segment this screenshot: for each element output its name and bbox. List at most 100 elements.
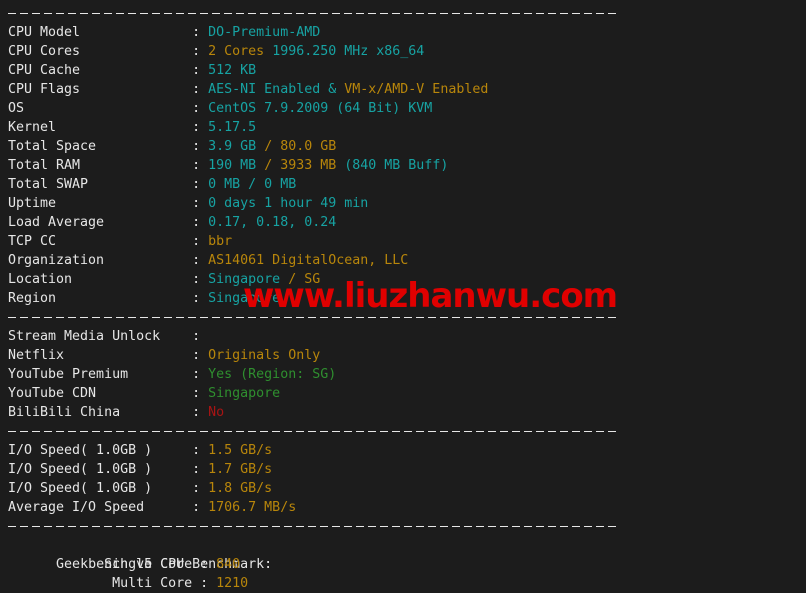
info-row-value: / 3933 MB bbox=[264, 158, 337, 173]
info-row-colon: : bbox=[192, 462, 209, 477]
separator-after-stream bbox=[8, 422, 806, 441]
info-row-colon: : bbox=[192, 82, 209, 97]
separator-top bbox=[8, 4, 806, 23]
info-row-value: Originals Only bbox=[208, 348, 321, 363]
geekbench-title: Geekbench v5 CPU Benchmark: bbox=[8, 536, 806, 572]
info-row-value: 5.17.5 bbox=[208, 120, 257, 135]
info-row-label: Average I/O Speed bbox=[8, 500, 193, 515]
info-row: Total SWAP : 0 MB / 0 MB bbox=[8, 175, 806, 194]
info-row-colon: : bbox=[192, 120, 209, 135]
info-row-value: 1.8 GB/s bbox=[208, 481, 273, 496]
info-row-value: DO-Premium-AMD bbox=[208, 25, 321, 40]
info-row: I/O Speed( 1.0GB ) : 1.5 GB/s bbox=[8, 441, 806, 460]
info-row: Uptime : 0 days 1 hour 49 min bbox=[8, 194, 806, 213]
terminal-output: CPU Model : DO-Premium-AMD CPU Cores : 2 … bbox=[0, 0, 806, 593]
info-row-value: Singapore bbox=[208, 291, 281, 306]
info-row-value: 1706.7 MB/s bbox=[208, 500, 297, 515]
info-row-label: YouTube CDN bbox=[8, 386, 193, 401]
info-row: Multi Core : 1210 bbox=[8, 574, 806, 593]
info-row-label: Stream Media Unlock bbox=[8, 329, 193, 344]
info-row-label: Total RAM bbox=[8, 158, 193, 173]
info-row-label: Location bbox=[8, 272, 193, 287]
info-row-value: 0 days 1 hour 49 min bbox=[208, 196, 369, 211]
info-row-colon: : bbox=[192, 386, 209, 401]
info-row-value: 3.9 GB bbox=[208, 139, 265, 154]
info-row: Location : Singapore / SG bbox=[8, 270, 806, 289]
info-row-colon: : bbox=[192, 443, 209, 458]
info-row-label: Kernel bbox=[8, 120, 193, 135]
info-row-value: AES-NI Enabled bbox=[208, 82, 321, 97]
terminal-window: CPU Model : DO-Premium-AMD CPU Cores : 2 … bbox=[0, 0, 806, 593]
io-speed-section: I/O Speed( 1.0GB ) : 1.5 GB/s I/O Speed( … bbox=[8, 441, 806, 517]
info-row-value: 1.7 GB/s bbox=[208, 462, 273, 477]
info-row: Total Space : 3.9 GB / 80.0 GB bbox=[8, 137, 806, 156]
info-row: Total RAM : 190 MB / 3933 MB (840 MB Buf… bbox=[8, 156, 806, 175]
info-row-label: Multi Core bbox=[8, 576, 201, 591]
info-row-colon: : bbox=[192, 272, 209, 287]
info-row-value: bbr bbox=[208, 234, 233, 249]
info-row-colon: : bbox=[200, 576, 217, 591]
info-row-colon: : bbox=[192, 177, 209, 192]
info-row-colon: : bbox=[200, 557, 217, 572]
info-row-colon: : bbox=[192, 63, 209, 78]
info-row-label: CPU Flags bbox=[8, 82, 193, 97]
info-row-value: 0 MB / 0 MB bbox=[208, 177, 297, 192]
info-row-label: Organization bbox=[8, 253, 193, 268]
info-row-value: CentOS 7.9.2009 (64 Bit) KVM bbox=[208, 101, 433, 116]
info-row: TCP CC : bbr bbox=[8, 232, 806, 251]
info-row-colon: : bbox=[192, 25, 209, 40]
stream-media-section: Stream Media Unlock : Netflix : Original… bbox=[8, 327, 806, 422]
info-row-colon: : bbox=[192, 481, 209, 496]
info-row: Single Core : 840 bbox=[8, 555, 806, 574]
info-row-colon: : bbox=[192, 253, 209, 268]
info-row: Average I/O Speed : 1706.7 MB/s bbox=[8, 498, 806, 517]
info-row-value: 1.5 GB/s bbox=[208, 443, 273, 458]
info-row-value: 1996.250 MHz x86_64 bbox=[264, 44, 425, 59]
info-row: Netflix : Originals Only bbox=[8, 346, 806, 365]
info-row-label: Uptime bbox=[8, 196, 193, 211]
info-row-value: 1210 bbox=[216, 576, 249, 591]
info-row-colon: : bbox=[192, 139, 209, 154]
info-row-label: Load Average bbox=[8, 215, 193, 230]
system-info-section: CPU Model : DO-Premium-AMD CPU Cores : 2 … bbox=[8, 23, 806, 308]
info-row-label: BiliBili China bbox=[8, 405, 193, 420]
info-row: CPU Cores : 2 Cores 1996.250 MHz x86_64 bbox=[8, 42, 806, 61]
info-row-label: Single Core bbox=[8, 557, 201, 572]
info-row-colon: : bbox=[192, 101, 209, 116]
info-row-label: YouTube Premium bbox=[8, 367, 193, 382]
info-row-value: 512 KB bbox=[208, 63, 257, 78]
info-row-colon: : bbox=[192, 196, 209, 211]
info-row: CPU Model : DO-Premium-AMD bbox=[8, 23, 806, 42]
info-row-colon: : bbox=[192, 348, 209, 363]
info-row-label: Total Space bbox=[8, 139, 193, 154]
info-row-value: 2 Cores bbox=[208, 44, 265, 59]
info-row-label: Total SWAP bbox=[8, 177, 193, 192]
info-row-colon: : bbox=[192, 44, 209, 59]
info-row-value: 840 bbox=[216, 557, 241, 572]
info-row: Region : Singapore bbox=[8, 289, 806, 308]
info-row: I/O Speed( 1.0GB ) : 1.8 GB/s bbox=[8, 479, 806, 498]
info-row: BiliBili China : No bbox=[8, 403, 806, 422]
info-row-label: I/O Speed( 1.0GB ) bbox=[8, 481, 193, 496]
info-row-colon: : bbox=[192, 500, 209, 515]
separator-after-io bbox=[8, 517, 806, 536]
info-row-label: CPU Cores bbox=[8, 44, 193, 59]
info-row-value: VM-x/AMD-V Enabled bbox=[344, 82, 489, 97]
info-row-colon: : bbox=[192, 329, 209, 344]
info-row-label: I/O Speed( 1.0GB ) bbox=[8, 443, 193, 458]
info-row: Kernel : 5.17.5 bbox=[8, 118, 806, 137]
info-row: Load Average : 0.17, 0.18, 0.24 bbox=[8, 213, 806, 232]
info-row-colon: : bbox=[192, 215, 209, 230]
info-row-value: & bbox=[320, 82, 345, 97]
info-row: I/O Speed( 1.0GB ) : 1.7 GB/s bbox=[8, 460, 806, 479]
info-row-value: / SG bbox=[288, 272, 321, 287]
info-row-value: Singapore bbox=[208, 386, 281, 401]
info-row-colon: : bbox=[192, 291, 209, 306]
info-row-colon: : bbox=[192, 405, 209, 420]
info-row-label: I/O Speed( 1.0GB ) bbox=[8, 462, 193, 477]
info-row: YouTube Premium : Yes (Region: SG) bbox=[8, 365, 806, 384]
info-row: YouTube CDN : Singapore bbox=[8, 384, 806, 403]
info-row-value: / 80.0 GB bbox=[264, 139, 337, 154]
info-row-value: 190 MB bbox=[208, 158, 265, 173]
info-row-value: AS14061 DigitalOcean, LLC bbox=[208, 253, 409, 268]
